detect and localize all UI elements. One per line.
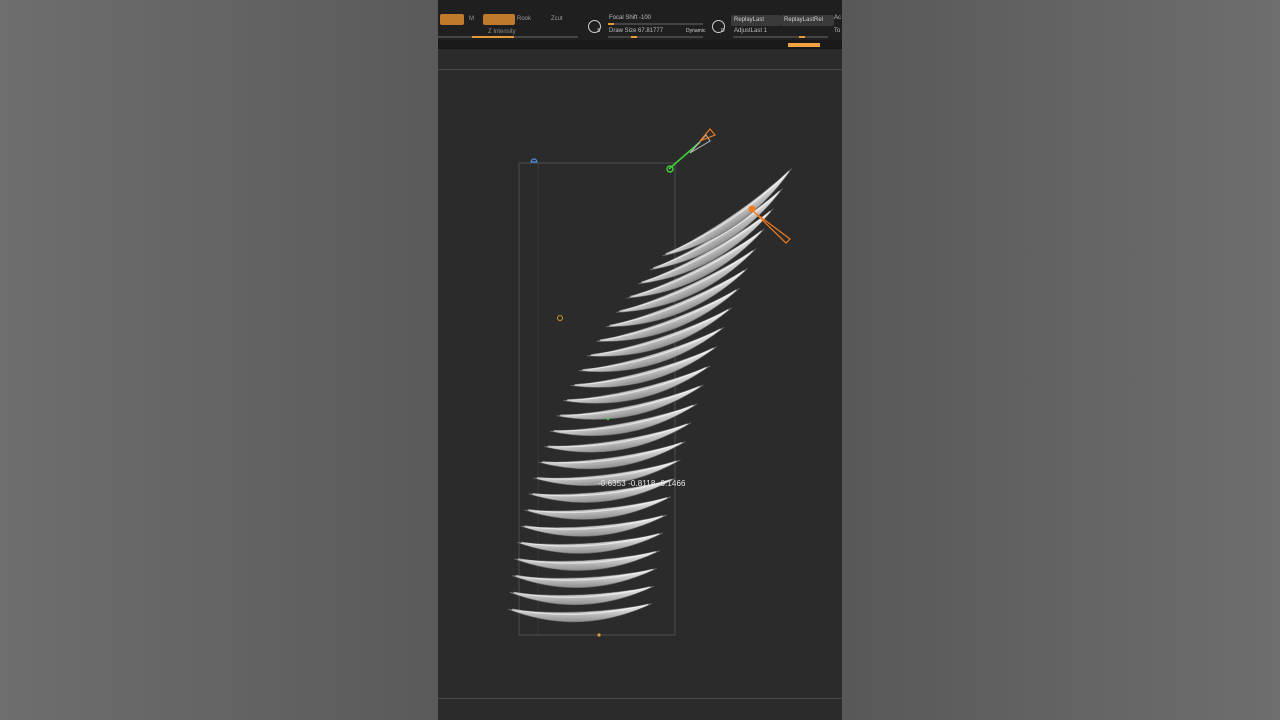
focal-shift-slider[interactable] [608, 23, 703, 25]
adjust-last-fill [799, 36, 805, 38]
gizmo-orange-cone-icon[interactable] [699, 128, 716, 142]
mode-button-rgb[interactable] [483, 14, 515, 25]
focal-shift-fill [608, 23, 614, 25]
tube-rib-segment [511, 568, 657, 588]
mode-button-rook[interactable]: Rook [514, 14, 534, 25]
top-toolbar: M Rook Zcut Z Intensity S Focal Shift -1… [438, 0, 842, 49]
toolbar-substrip [438, 40, 842, 48]
draw-size-label: Draw Size 67.81777 [609, 28, 664, 34]
active-indicator-bar [788, 43, 820, 47]
adjust-last-slider[interactable] [733, 36, 828, 38]
sculpt-scene [507, 128, 801, 637]
mode-button-draw[interactable] [440, 14, 464, 25]
edge-label-a: Ac [834, 15, 842, 21]
z-intensity-label: Z Intensity [488, 29, 516, 35]
draw-size-slider[interactable] [608, 36, 703, 38]
center-dot-icon [606, 417, 610, 421]
adjust-last-label: AdjustLast 1 [734, 28, 768, 34]
replay-last-button[interactable]: ReplayLast [731, 15, 781, 26]
gizmo-orange-handle-icon[interactable] [748, 205, 756, 213]
edge-label-t: To [834, 28, 841, 34]
base-dot-icon [597, 633, 601, 637]
pivot-marker-icon [557, 315, 563, 321]
gizmo-green-axis[interactable] [668, 141, 701, 170]
draw-size-fill [631, 36, 637, 38]
coordinate-readout: -0.6353 -0.8118 -0.1466 [598, 479, 686, 488]
focal-shift-label: Focal Shift -100 [609, 15, 652, 21]
background-blur-right [842, 0, 1280, 720]
brush-d-letter: D [721, 28, 725, 34]
tube-rib-segment [514, 550, 660, 571]
brush-s-letter: S [597, 28, 601, 34]
gizmo-blue-marker-icon[interactable] [530, 158, 538, 163]
ribbed-tube-mesh[interactable] [507, 168, 801, 623]
mode-button-zcut[interactable]: Zcut [548, 14, 566, 25]
z-intensity-slider[interactable] [438, 36, 578, 38]
tube-rib-segment [509, 585, 655, 606]
mode-button-m[interactable]: M [466, 14, 477, 25]
gizmo-orange-arm-icon[interactable] [753, 211, 791, 244]
tube-rib-segment [507, 603, 653, 623]
viewport-canvas[interactable]: -0.6353 -0.8118 -0.1466 [438, 49, 842, 720]
background-blur-left [0, 0, 438, 720]
zbrush-window: M Rook Zcut Z Intensity S Focal Shift -1… [438, 0, 842, 720]
replay-last-rel-button[interactable]: ReplayLastRel [781, 15, 834, 26]
dynamic-toggle[interactable]: Dynamic [686, 28, 705, 34]
z-intensity-fill [472, 36, 514, 38]
